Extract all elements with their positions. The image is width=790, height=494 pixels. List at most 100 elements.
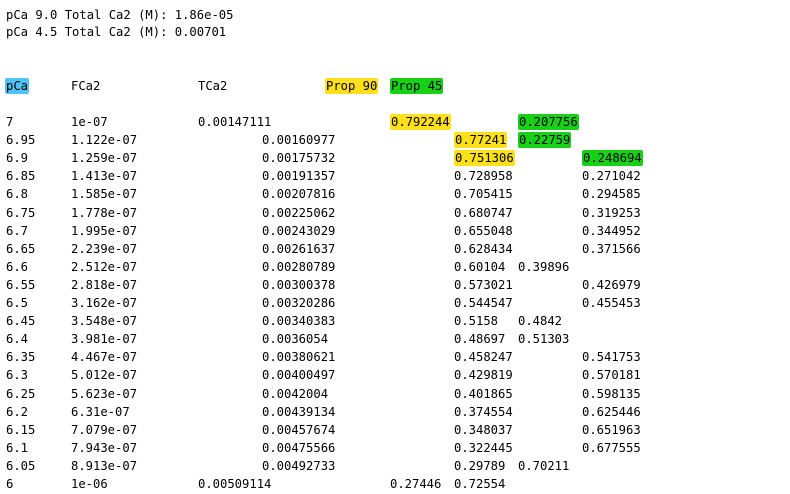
cell-pca: 6.8 [6, 187, 29, 201]
cell-pca: 6.5 [6, 296, 29, 310]
cell-pca: 6 [6, 477, 14, 491]
cell-prop90: 0.374554 [454, 405, 513, 419]
cell-prop45: 0.271042 [582, 169, 641, 183]
cell-tca2: 0.00175732 [262, 151, 336, 165]
cell-fca2: 1e-07 [71, 115, 108, 129]
cell-prop90: 0.60104 [454, 260, 506, 274]
cell-prop45: 0.677555 [582, 441, 641, 455]
cell-fca2: 2.818e-07 [71, 278, 138, 292]
cell-prop90: 0.48697 [454, 332, 506, 346]
cell-tca2: 0.00160977 [262, 133, 336, 147]
cell-prop90: 0.655048 [454, 224, 513, 238]
cell-prop90: 0.322445 [454, 441, 513, 455]
cell-fca2: 7.079e-07 [71, 423, 138, 437]
cell-prop90: 0.401865 [454, 387, 513, 401]
cell-prop45: 0.51303 [518, 332, 570, 346]
cell-prop45: 0.344952 [582, 224, 641, 238]
cell-prop90: 0.29789 [454, 459, 506, 473]
cell-prop90: 0.458247 [454, 350, 513, 364]
cell-tca2: 0.0036054 [262, 332, 329, 346]
cell-prop90: 0.628434 [454, 242, 513, 256]
cell-fca2: 7.943e-07 [71, 441, 138, 455]
cell-fca2: 2.239e-07 [71, 242, 138, 256]
cell-prop90: 0.751306 [454, 150, 515, 166]
cell-pca: 6.7 [6, 224, 29, 238]
cell-pca: 6.95 [6, 133, 36, 147]
cell-pca: 6.15 [6, 423, 36, 437]
cell-prop45: 0.371566 [582, 242, 641, 256]
cell-fca2: 1.778e-07 [71, 206, 138, 220]
cell-pca: 6.6 [6, 260, 29, 274]
cell-tca2: 0.00207816 [262, 187, 336, 201]
cell-prop90: 0.544547 [454, 296, 513, 310]
cell-pca: 6.65 [6, 242, 36, 256]
cell-prop45: 0.248694 [582, 150, 643, 166]
cell-fca2: 4.467e-07 [71, 350, 138, 364]
column-header-fca2: FCa2 [71, 79, 101, 93]
cell-prop90: 0.705415 [454, 187, 513, 201]
cell-prop45: 0.426979 [582, 278, 641, 292]
cell-pca: 6.9 [6, 151, 29, 165]
cell-prop45: 0.22759 [518, 132, 572, 148]
cell-fca2: 3.981e-07 [71, 332, 138, 346]
cell-tca2: 0.00492733 [262, 459, 336, 473]
cell-pca: 6.05 [6, 459, 36, 473]
cell-tca2: 0.00300378 [262, 278, 336, 292]
cell-tca2: 0.00243029 [262, 224, 336, 238]
cell-prop45: 0.570181 [582, 368, 641, 382]
cell-tca2: 0.00280789 [262, 260, 336, 274]
cell-tca2: 0.00261637 [262, 242, 336, 256]
cell-tca2: 0.00457674 [262, 423, 336, 437]
cell-fca2: 1.259e-07 [71, 151, 138, 165]
cell-prop90: 0.429819 [454, 368, 513, 382]
cell-fca2: 5.012e-07 [71, 368, 138, 382]
cell-prop45: 0.4842 [518, 314, 563, 328]
cell-pca: 6.55 [6, 278, 36, 292]
cell-pca: 6.45 [6, 314, 36, 328]
cell-fca2: 1.995e-07 [71, 224, 138, 238]
cell-prop45: 0.72554 [454, 477, 506, 491]
cell-tca2: 0.00225062 [262, 206, 336, 220]
cell-prop45: 0.651963 [582, 423, 641, 437]
cell-pca: 6.85 [6, 169, 36, 183]
cell-prop45: 0.70211 [518, 459, 570, 473]
cell-fca2: 1.413e-07 [71, 169, 138, 183]
cell-pca: 6.4 [6, 332, 29, 346]
cell-pca: 6.2 [6, 405, 29, 419]
cell-prop45: 0.294585 [582, 187, 641, 201]
cell-prop90: 0.573021 [454, 278, 513, 292]
cell-pca: 6.75 [6, 206, 36, 220]
cell-prop45: 0.39896 [518, 260, 570, 274]
cell-prop90: 0.680747 [454, 206, 513, 220]
cell-tca2: 0.00320286 [262, 296, 336, 310]
cell-fca2: 3.162e-07 [71, 296, 138, 310]
cell-fca2: 5.623e-07 [71, 387, 138, 401]
header-line-2: pCa 4.5 Total Ca2 (M): 0.00701 [6, 25, 227, 39]
cell-fca2: 1.122e-07 [71, 133, 138, 147]
cell-prop90: 0.728958 [454, 169, 513, 183]
cell-prop90: 0.348037 [454, 423, 513, 437]
cell-tca2: 0.00400497 [262, 368, 336, 382]
column-header-prop45: Prop 45 [390, 78, 444, 94]
cell-prop90: 0.77241 [454, 132, 508, 148]
cell-tca2: 0.00340383 [262, 314, 336, 328]
cell-prop90: 0.5158 [454, 314, 499, 328]
column-header-pca: pCa [5, 78, 30, 94]
cell-pca: 6.3 [6, 368, 29, 382]
cell-fca2: 3.548e-07 [71, 314, 138, 328]
cell-pca: 6.1 [6, 441, 29, 455]
cell-tca2: 0.00509114 [198, 477, 272, 491]
column-header-prop90: Prop 90 [325, 78, 379, 94]
column-header-tca2: TCa2 [198, 79, 228, 93]
cell-prop90: 0.792244 [390, 114, 451, 130]
cell-tca2: 0.00380621 [262, 350, 336, 364]
cell-prop45: 0.625446 [582, 405, 641, 419]
cell-prop45: 0.455453 [582, 296, 641, 310]
cell-fca2: 1e-06 [71, 477, 108, 491]
cell-tca2: 0.00191357 [262, 169, 336, 183]
cell-fca2: 8.913e-07 [71, 459, 138, 473]
cell-pca: 6.25 [6, 387, 36, 401]
cell-tca2: 0.0042004 [262, 387, 329, 401]
cell-tca2: 0.00439134 [262, 405, 336, 419]
cell-fca2: 6.31e-07 [71, 405, 130, 419]
